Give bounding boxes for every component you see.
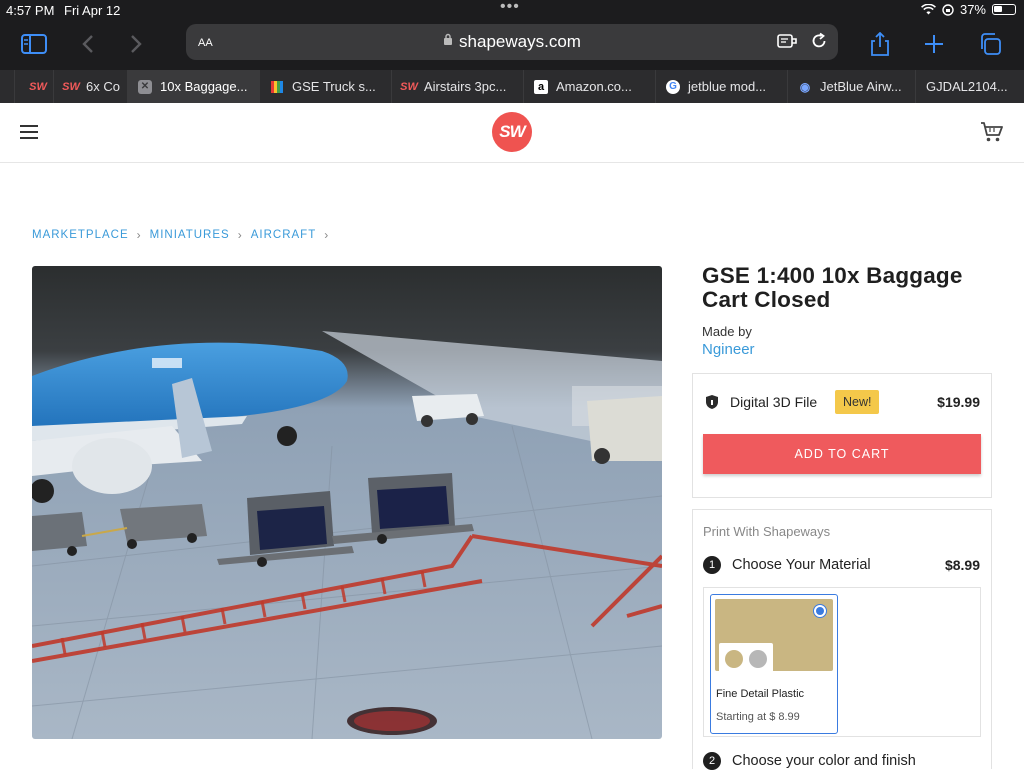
shapeways-favicon-icon: SW	[62, 80, 80, 93]
amazon-favicon-icon: a	[534, 79, 548, 94]
print-with-shapeways-card: Print With Shapeways 1 Choose Your Mater…	[692, 509, 992, 770]
step-choose-material: 1 Choose Your Material	[703, 556, 871, 574]
google-favicon-icon: G	[666, 79, 680, 94]
tab-divider	[6, 70, 15, 103]
new-badge: New!	[835, 390, 880, 414]
shapeways-favicon-icon: SW	[29, 80, 47, 93]
material-options: Fine Detail Plastic Starting at $ 8.99	[703, 587, 981, 737]
status-bar: 4:57 PM Fri Apr 12 ••• 37%	[0, 0, 1024, 20]
orientation-lock-icon	[942, 3, 954, 16]
breadcrumb-aircraft[interactable]: AIRCRAFT	[251, 229, 317, 241]
step-choose-color: 2 Choose your color and finish	[703, 752, 916, 770]
tab-label: jetblue mod...	[688, 79, 767, 94]
designer-link[interactable]: Ngineer	[702, 341, 755, 358]
step-number: 1	[703, 556, 721, 574]
browser-tab[interactable]: SW Airstairs 3pc...	[392, 70, 524, 103]
browser-tab[interactable]: GSE Truck s...	[260, 70, 392, 103]
made-by-label: Made by	[702, 324, 752, 339]
status-time: 4:57 PM	[6, 3, 55, 18]
digital-file-card: Digital 3D File New! $19.99 ADD TO CART	[692, 373, 992, 498]
hamburger-menu-icon[interactable]	[20, 125, 38, 139]
breadcrumb-miniatures[interactable]: MINIATURES	[150, 229, 230, 241]
share-icon[interactable]	[862, 26, 898, 62]
add-to-cart-button[interactable]: ADD TO CART	[703, 434, 981, 474]
sidebar-toggle-icon[interactable]	[16, 26, 52, 62]
browser-toolbar: AA shapeways.com	[0, 20, 1024, 68]
tab-label: JetBlue Airw...	[820, 79, 902, 94]
browser-tab[interactable]: a Amazon.co...	[524, 70, 656, 103]
product-photo[interactable]	[32, 266, 662, 739]
tab-bar: SW SW 6x Co ✕ 10x Baggage... GSE Truck s…	[0, 70, 1024, 103]
breadcrumb-marketplace[interactable]: MARKETPLACE	[32, 229, 129, 241]
digital-file-price: $19.99	[937, 394, 980, 410]
browser-chrome: 4:57 PM Fri Apr 12 ••• 37% AA shapeways.…	[0, 0, 1024, 103]
file-type-label: Digital 3D File	[730, 394, 818, 410]
material-starting-price: Starting at $ 8.99	[716, 711, 800, 723]
breadcrumb: MARKETPLACE › MINIATURES › AIRCRAFT ›	[32, 228, 329, 242]
shapeways-favicon-icon: SW	[400, 80, 418, 93]
browser-tab[interactable]: GJDAL2104...	[916, 70, 1024, 103]
material-option-fine-detail-plastic[interactable]: Fine Detail Plastic Starting at $ 8.99	[710, 594, 838, 734]
tab-label: Amazon.co...	[556, 79, 632, 94]
battery-percent: 37%	[959, 2, 986, 17]
browser-tab[interactable]: G jetblue mod...	[656, 70, 788, 103]
wifi-icon	[921, 4, 936, 15]
jetblue-favicon-icon: ◉	[799, 79, 811, 94]
material-price: $8.99	[944, 557, 980, 573]
browser-tab[interactable]: ◉ JetBlue Airw...	[788, 70, 916, 103]
chevron-right-icon: ›	[324, 228, 330, 242]
reload-icon[interactable]	[810, 32, 828, 55]
step-label: Choose your color and finish	[732, 753, 916, 769]
tab-label: GSE Truck s...	[292, 79, 376, 94]
site-header: SW	[0, 103, 1024, 163]
url-display[interactable]: shapeways.com	[186, 32, 838, 52]
product-title: GSE 1:400 10x Baggage Cart Closed	[702, 263, 963, 312]
url-text: shapeways.com	[459, 32, 581, 51]
tab-overview-icon[interactable]	[972, 26, 1008, 62]
gray-color-swatch[interactable]	[749, 650, 767, 668]
shield-icon	[705, 394, 719, 415]
material-swatch	[715, 599, 833, 675]
color-swatches	[719, 643, 773, 675]
step-number: 2	[703, 752, 721, 770]
shopping-cart-icon[interactable]	[980, 121, 1004, 148]
radio-selected-icon[interactable]	[813, 604, 827, 618]
back-icon[interactable]	[70, 26, 106, 62]
browser-tab[interactable]: SW 6x Co	[54, 70, 128, 103]
browser-tab-active[interactable]: ✕ 10x Baggage...	[128, 70, 260, 103]
status-indicators: 37%	[921, 2, 1016, 17]
tab-label: 6x Co	[86, 79, 120, 94]
forward-icon[interactable]	[118, 26, 154, 62]
new-tab-icon[interactable]	[916, 26, 952, 62]
tab-label: Airstairs 3pc...	[424, 79, 507, 94]
browser-tab[interactable]: SW	[0, 70, 54, 103]
material-name: Fine Detail Plastic	[716, 688, 805, 700]
logo-text: SW	[499, 122, 525, 141]
battery-icon	[992, 4, 1016, 15]
shapeways-logo[interactable]: SW	[492, 112, 532, 152]
step-label: Choose Your Material	[732, 557, 871, 573]
multicolor-favicon-icon	[270, 80, 284, 94]
reader-extension-icon[interactable]	[776, 32, 798, 55]
chevron-right-icon: ›	[237, 228, 243, 242]
lock-icon	[443, 33, 453, 48]
multitask-dots-icon[interactable]: •••	[500, 0, 520, 16]
tab-label: GJDAL2104...	[926, 79, 1008, 94]
print-section-header: Print With Shapeways	[703, 524, 831, 539]
status-date: Fri Apr 12	[64, 3, 121, 18]
tab-label: 10x Baggage...	[160, 79, 248, 94]
close-tab-icon[interactable]: ✕	[138, 79, 152, 94]
address-bar[interactable]: AA shapeways.com	[186, 24, 838, 60]
tan-color-swatch[interactable]	[725, 650, 743, 668]
chevron-right-icon: ›	[136, 228, 142, 242]
